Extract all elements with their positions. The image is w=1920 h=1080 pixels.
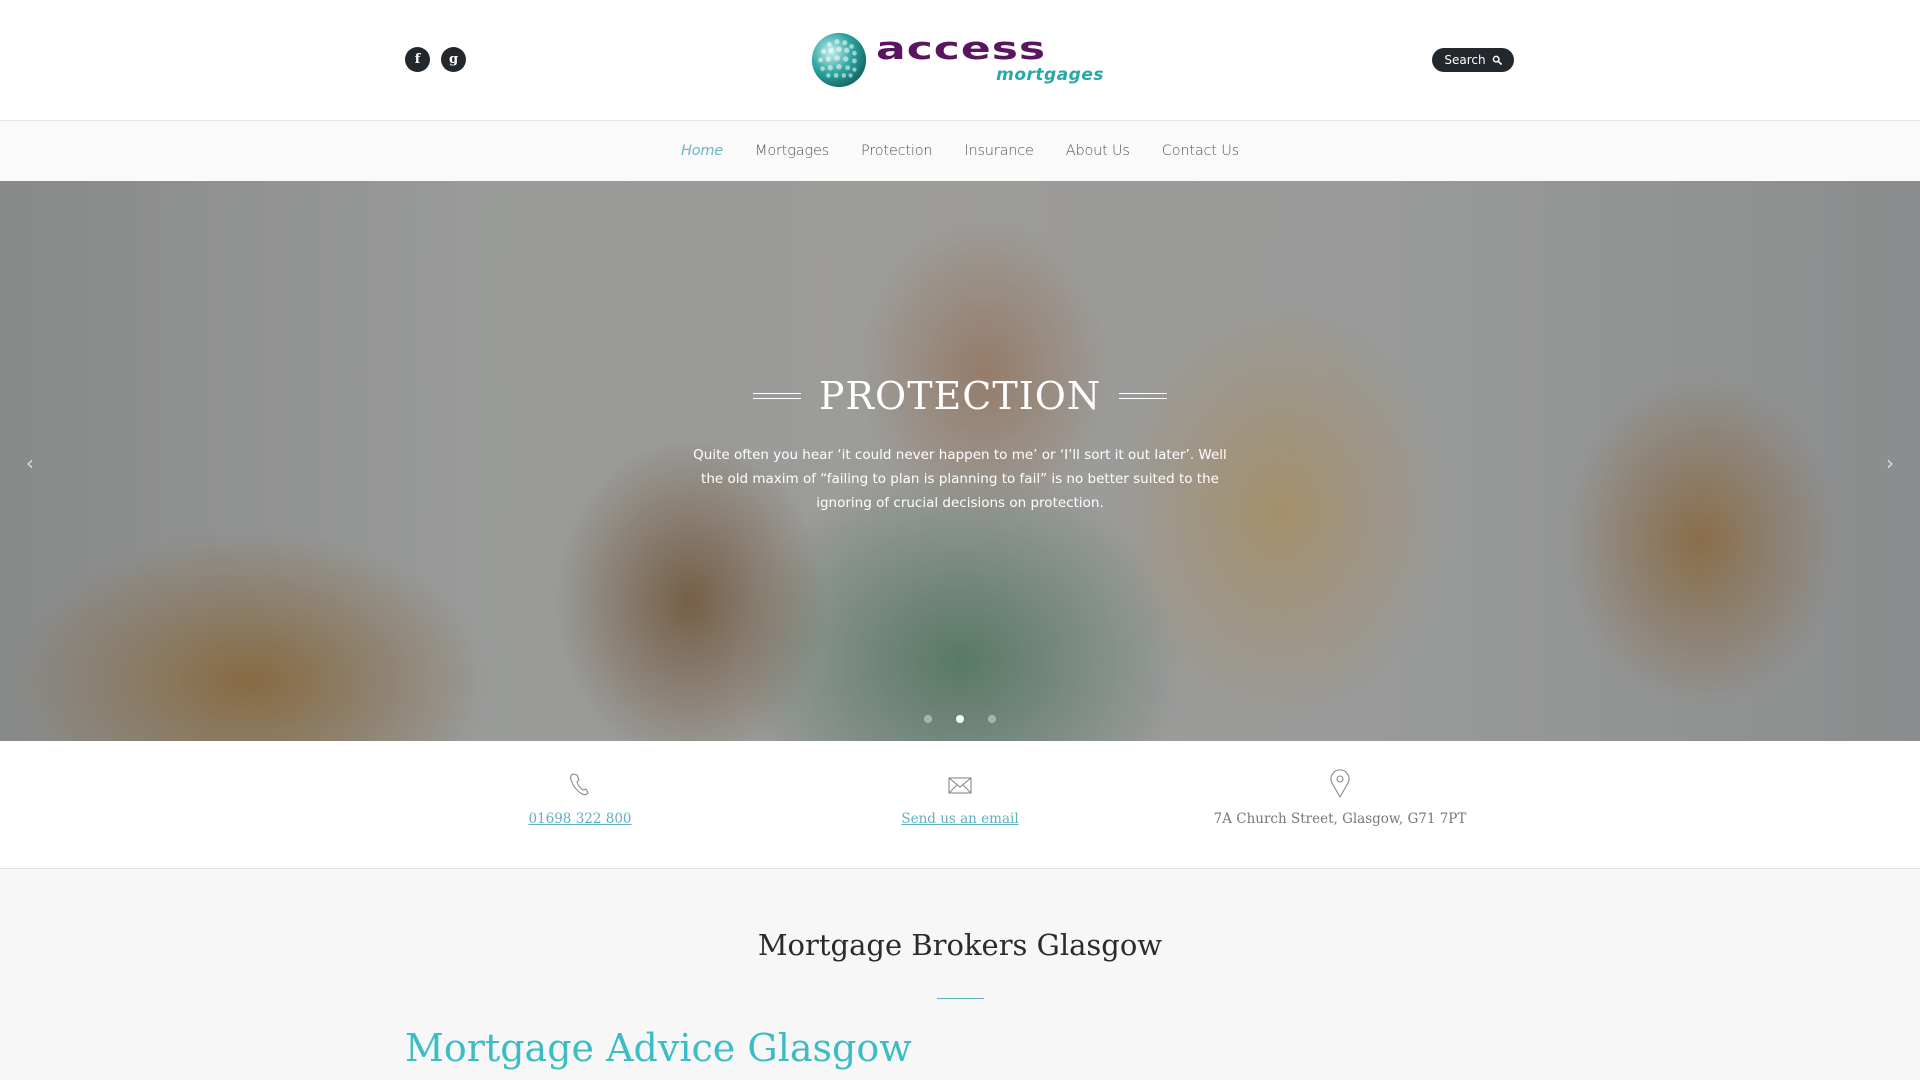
hero-description: Quite often you hear ‘it could never hap… xyxy=(693,447,1227,511)
title-decoration-right xyxy=(1119,393,1168,399)
nav-item-insurance[interactable]: Insurance xyxy=(964,143,1034,159)
hero-heading: PROTECTION xyxy=(0,374,1920,418)
search-label: Search xyxy=(1444,53,1486,67)
phone-link[interactable]: 01698 322 800 xyxy=(528,811,631,827)
title-decoration-left xyxy=(752,393,801,399)
contact-email: Send us an email xyxy=(770,769,1150,827)
contact-info-strip: 01698 322 800 Send us an email 7A Church… xyxy=(0,741,1920,869)
globe-logo-icon xyxy=(811,32,867,88)
map-pin-icon xyxy=(1330,769,1350,798)
slider-dots xyxy=(0,715,1920,723)
main-nav: Home Mortgages Protection Insurance Abou… xyxy=(0,121,1920,181)
nav-item-protection[interactable]: Protection xyxy=(861,143,933,159)
social-links: f g xyxy=(405,47,466,72)
email-link[interactable]: Send us an email xyxy=(901,811,1018,827)
nav-item-contact-us[interactable]: Contact Us xyxy=(1162,143,1239,159)
logo-access-text: access xyxy=(876,31,1047,67)
slider-next-arrow-icon[interactable]: › xyxy=(1880,451,1900,475)
envelope-icon xyxy=(948,777,972,794)
site-header: f g access mortgages Search xyxy=(0,0,1920,121)
nav-item-home[interactable]: Home xyxy=(681,143,723,159)
slider-dot-2[interactable] xyxy=(956,715,964,723)
sub-title: Mortgage Advice Glasgow xyxy=(405,1026,912,1070)
logo-wordmark: access mortgages xyxy=(876,30,1106,90)
slider-prev-arrow-icon[interactable]: ‹ xyxy=(20,451,40,475)
address-text: 7A Church Street, Glasgow, G71 7PT xyxy=(1213,811,1467,827)
slider-dot-3[interactable] xyxy=(988,715,996,723)
slider-dot-1[interactable] xyxy=(924,715,932,723)
nav-item-about-us[interactable]: About Us xyxy=(1066,143,1130,159)
hero-slider: PROTECTION Quite often you hear ‘it coul… xyxy=(0,181,1920,741)
contact-address: 7A Church Street, Glasgow, G71 7PT xyxy=(1150,769,1530,827)
search-button[interactable]: Search xyxy=(1432,48,1514,72)
contact-phone: 01698 322 800 xyxy=(390,769,770,827)
facebook-icon[interactable]: f xyxy=(405,47,430,72)
site-logo[interactable]: access mortgages xyxy=(810,28,1110,92)
section-divider xyxy=(937,998,984,999)
logo-mortgages-text: mortgages xyxy=(996,65,1104,85)
section-title: Mortgage Brokers Glasgow xyxy=(757,928,1163,962)
nav-item-mortgages[interactable]: Mortgages xyxy=(755,143,829,159)
search-icon xyxy=(1492,55,1502,65)
hero-title: PROTECTION xyxy=(818,374,1102,418)
google-plus-icon[interactable]: g xyxy=(441,47,466,72)
phone-icon xyxy=(570,773,589,796)
